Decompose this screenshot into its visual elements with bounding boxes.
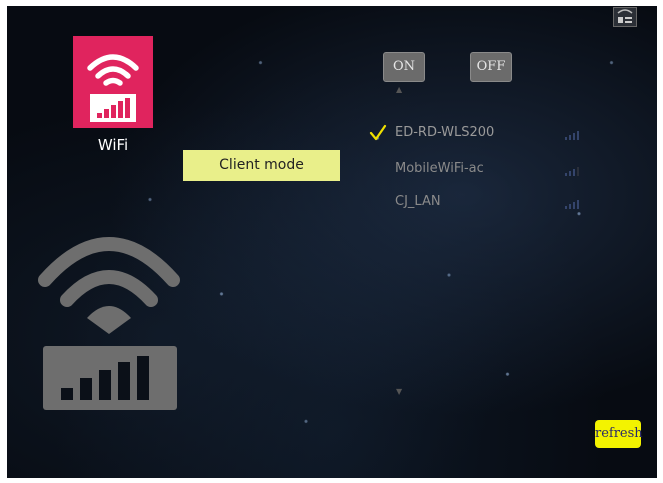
- app-screen: WiFi Client mode ON OFF ▲ ED-RD-WLS200 M…: [7, 6, 657, 478]
- network-item[interactable]: MobileWiFi-ac: [369, 158, 589, 182]
- signal-strength-icon: [565, 167, 579, 176]
- scroll-up-icon[interactable]: ▲: [396, 86, 406, 94]
- network-item[interactable]: CJ_LAN: [369, 191, 589, 215]
- scroll-down-icon[interactable]: ▼: [396, 388, 406, 396]
- status-indicator-icon: [613, 7, 637, 27]
- network-item[interactable]: ED-RD-WLS200: [369, 122, 589, 146]
- checkmark-icon: [369, 124, 387, 141]
- wifi-mode-tile[interactable]: [73, 36, 153, 128]
- network-ssid: MobileWiFi-ac: [395, 161, 484, 176]
- wifi-signal-large-icon: [38, 237, 180, 410]
- network-ssid: CJ_LAN: [395, 194, 441, 209]
- wifi-off-button[interactable]: OFF: [470, 52, 512, 82]
- network-list[interactable]: ▲ ED-RD-WLS200 MobileWiFi-ac CJ_LAN ▼: [369, 86, 599, 398]
- client-mode-button[interactable]: Client mode: [183, 150, 340, 181]
- signal-strength-icon: [565, 131, 579, 140]
- wifi-on-button[interactable]: ON: [383, 52, 425, 82]
- network-ssid: ED-RD-WLS200: [395, 125, 495, 140]
- refresh-button[interactable]: refresh: [595, 420, 643, 448]
- signal-strength-icon: [565, 200, 579, 209]
- wifi-icon: [87, 54, 139, 122]
- wifi-mode-label: WiFi: [97, 136, 129, 154]
